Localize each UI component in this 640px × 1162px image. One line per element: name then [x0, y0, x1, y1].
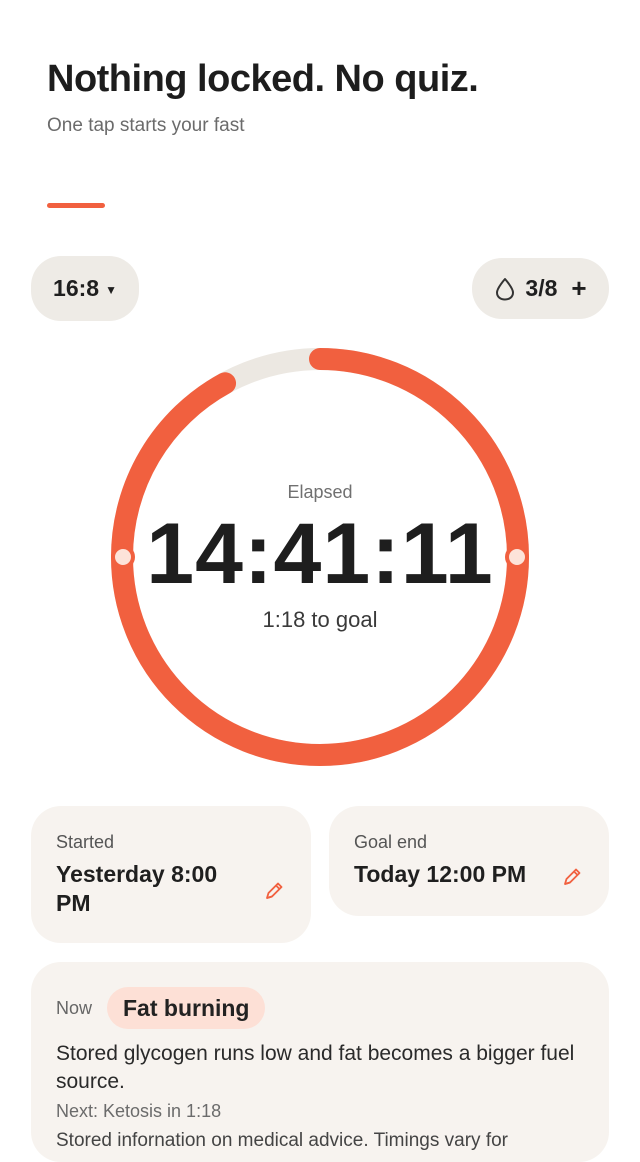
water-count: 3/8 — [525, 275, 558, 301]
page-title: Nothing locked. No quiz. — [47, 58, 479, 100]
elapsed-timer: 14:41:11 — [146, 506, 494, 602]
water-tracker-button[interactable]: 3/8 + — [472, 258, 609, 319]
goal-end-value: Today 12:00 PM — [354, 861, 527, 887]
protocol-selector-button[interactable]: 16:8 ▼ — [31, 256, 139, 321]
water-drop-icon — [496, 277, 515, 300]
phase-badge: Fat burning — [107, 987, 266, 1029]
accent-divider — [47, 203, 105, 208]
goal-end-label: Goal end — [354, 832, 428, 852]
pencil-icon[interactable] — [263, 880, 285, 902]
next-phase-label: Next: Ketosis in 1:18 — [56, 1101, 222, 1121]
now-label: Now — [56, 998, 93, 1018]
add-water-button[interactable]: + — [571, 273, 586, 304]
goal-end-card[interactable]: Goal end Today 12:00 PM — [329, 806, 609, 916]
chevron-down-icon: ▼ — [105, 282, 117, 297]
start-time-label: Started — [56, 832, 115, 852]
protocol-label: 16:8 — [53, 275, 100, 301]
elapsed-label: Elapsed — [287, 482, 353, 502]
start-time-value: Yesterday 8:00 PM — [56, 861, 218, 916]
phase-description: Stored glycogen runs low and fat becomes… — [56, 1042, 575, 1093]
pencil-icon[interactable] — [561, 866, 583, 888]
start-time-card[interactable]: Started Yesterday 8:00 PM — [31, 806, 311, 943]
phase-disclaimer: Stored infornation on medical advice. Ti… — [56, 1130, 508, 1151]
current-phase-card: Now Fat burning Stored glycogen runs low… — [31, 962, 609, 1162]
time-to-goal: 1:18 to goal — [262, 607, 378, 632]
page-subtitle: One tap starts your fast — [47, 115, 245, 136]
